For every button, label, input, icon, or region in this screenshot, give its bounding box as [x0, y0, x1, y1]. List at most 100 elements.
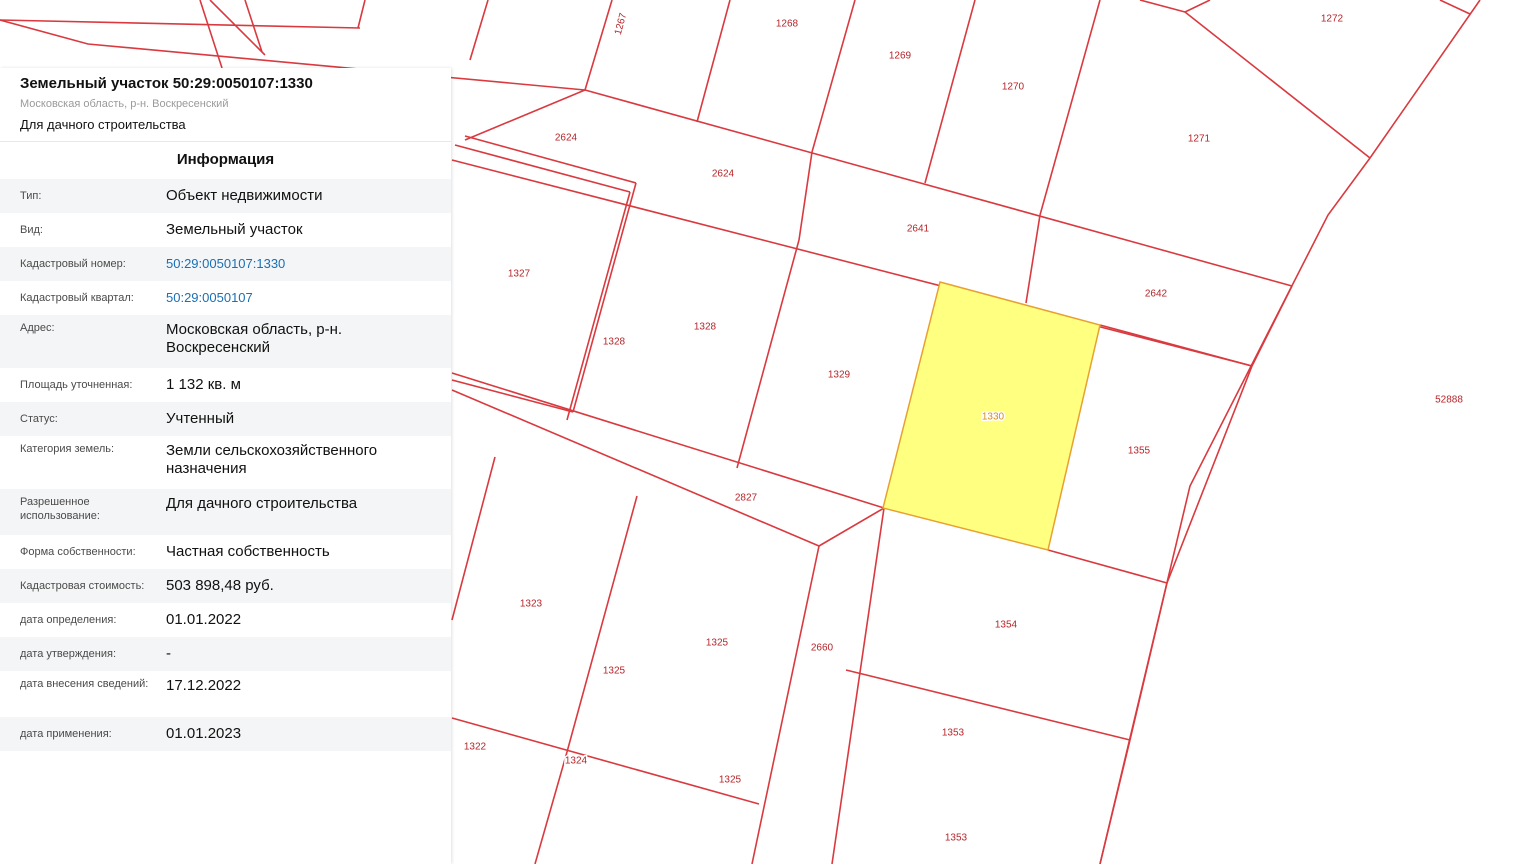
parcel-label: 2827 — [735, 493, 758, 504]
parcel-label: 1271 — [1188, 134, 1211, 145]
parcel-boundary-line — [752, 546, 819, 864]
parcel-boundary-line — [452, 373, 884, 508]
parcel-boundary-line — [697, 0, 730, 122]
info-row: Статус: Учтенный — [0, 402, 451, 436]
panel-header: Земельный участок 50:29:0050107:1330 Мос… — [0, 68, 451, 137]
info-row-label: Форма собственности: — [20, 546, 136, 558]
info-row-value: Московская область, р-н. Воскресенский — [166, 321, 343, 356]
parcel-label: 2641 — [907, 224, 930, 235]
parcel-boundary-line — [1040, 0, 1100, 215]
parcel-boundary-line — [452, 380, 573, 412]
parcel-label: 1270 — [1002, 82, 1025, 93]
parcel-boundary-line — [846, 670, 1130, 740]
parcel-boundary-line — [535, 752, 567, 864]
parcel-boundary-line — [452, 160, 1252, 366]
section-title: Информация — [0, 141, 451, 179]
parcel-label: 2624 — [712, 169, 735, 180]
parcel-label: 1325 — [719, 775, 742, 786]
info-row-value: Для дачного строительства — [166, 495, 358, 512]
parcel-label: 1272 — [1321, 14, 1344, 25]
info-row-value: - — [166, 645, 171, 662]
info-row: Кадастровая стоимость: 503 898,48 руб. — [0, 569, 451, 603]
parcel-label: 1323 — [520, 599, 543, 610]
parcel-label: 2642 — [1145, 289, 1168, 300]
info-row: Кадастровый номер: 50:29:0050107:1330 — [0, 247, 451, 281]
info-row-label: Кадастровый номер: — [20, 258, 126, 270]
parcel-label: 1324 — [565, 756, 588, 767]
info-row-label: Адрес: — [20, 322, 55, 334]
info-row-label: Категория земель: — [20, 443, 115, 455]
parcel-label: 1269 — [889, 51, 912, 62]
parcel-boundary-line — [819, 508, 884, 546]
parcel-boundary-line — [452, 718, 759, 804]
parcel-label: 1329 — [828, 370, 851, 381]
info-row-link[interactable]: 50:29:0050107 — [166, 289, 451, 307]
info-row-value: Земли сельскохозяйственного назначения — [166, 442, 378, 477]
info-row-value: 01.01.2023 — [166, 725, 242, 742]
info-row-value: 503 898,48 руб. — [166, 577, 274, 594]
parcel-boundary-line — [1440, 0, 1470, 14]
parcel-boundary-line — [812, 0, 855, 152]
parcel-boundary-line — [573, 183, 636, 412]
parcel-label: 1327 — [508, 269, 531, 280]
info-row-label: Вид: — [20, 224, 43, 236]
info-row: дата применения: 01.01.2023 — [0, 717, 451, 751]
parcel-address-subtitle: Московская область, р-н. Воскресенский — [20, 98, 229, 110]
info-row-label: Кадастровый квартал: — [20, 292, 134, 304]
parcel-label: 1353 — [942, 728, 965, 739]
parcel-label: 1268 — [776, 19, 799, 30]
parcel-boundary-line — [799, 152, 812, 240]
parcel-boundary-line — [1185, 12, 1370, 158]
parcel-label: 1328 — [603, 337, 626, 348]
info-row: Разрешенное использование: Для дачного ст… — [0, 489, 451, 535]
info-row-label: дата внесения сведений: — [20, 678, 149, 690]
parcel-label: 1354 — [995, 620, 1018, 631]
parcel-boundary-line — [358, 0, 365, 28]
parcel-label: 1267 — [613, 11, 629, 36]
info-row-value: Учтенный — [166, 410, 235, 427]
info-row-link[interactable]: 50:29:0050107:1330 — [166, 255, 451, 273]
parcel-label: 1325 — [706, 638, 729, 649]
info-row-value: Частная собственность — [166, 543, 330, 560]
parcel-boundary-line — [1048, 550, 1167, 583]
info-row: Кадастровый квартал: 50:29:0050107 — [0, 281, 451, 315]
info-row: Форма собственности: Частная собственност… — [0, 535, 451, 569]
info-panel: Земельный участок 50:29:0050107:1330 Мос… — [0, 68, 451, 864]
info-row-value: 1 132 кв. м — [166, 376, 241, 393]
info-row: Категория земель: Земли сельскохозяйствен… — [0, 436, 451, 489]
info-row: дата определения: 01.01.2022 — [0, 603, 451, 637]
parcel-boundary-line — [465, 136, 636, 183]
parcel-boundary-line — [567, 192, 630, 420]
parcel-boundary-line — [470, 0, 488, 60]
parcel-label: 2660 — [811, 643, 834, 654]
info-row-label: дата применения: — [20, 728, 112, 740]
info-row: Тип: Объект недвижимости — [0, 179, 451, 213]
info-row: Площадь уточненная: 1 132 кв. м — [0, 368, 451, 402]
parcel-label: 1355 — [1128, 446, 1151, 457]
parcel-boundary-line — [1100, 325, 1252, 366]
parcel-boundary-line — [210, 0, 265, 55]
info-row-label: Разрешенное использование: — [20, 496, 100, 522]
parcel-boundary-line — [1185, 0, 1210, 12]
parcel-label: 2624 — [555, 133, 578, 144]
parcel-boundary-line — [452, 390, 819, 546]
parcel-boundary-line — [1026, 215, 1040, 303]
info-row-label: дата определения: — [20, 614, 117, 626]
parcel-label: 1328 — [694, 322, 717, 333]
info-row: дата утверждения: - — [0, 637, 451, 671]
parcel-boundary-line — [1100, 286, 1292, 864]
info-row-label: Статус: — [20, 413, 58, 425]
parcel-label: 1330 — [982, 412, 1005, 423]
parcel-boundary-line — [737, 240, 799, 468]
parcel-boundary-line — [567, 496, 637, 752]
parcel-boundary-line — [585, 90, 1292, 286]
parcel-boundary-line — [455, 145, 630, 192]
info-row-value: 01.01.2022 — [166, 611, 242, 628]
info-row: Вид: Земельный участок — [0, 213, 451, 247]
parcel-boundary-line — [452, 457, 495, 620]
parcel-boundary-line — [585, 0, 612, 90]
parcel-boundary-line — [1140, 0, 1185, 12]
info-row-value: 17.12.2022 — [166, 677, 242, 694]
info-row-value: Объект недвижимости — [166, 187, 323, 204]
parcel-boundary-line — [0, 20, 360, 28]
